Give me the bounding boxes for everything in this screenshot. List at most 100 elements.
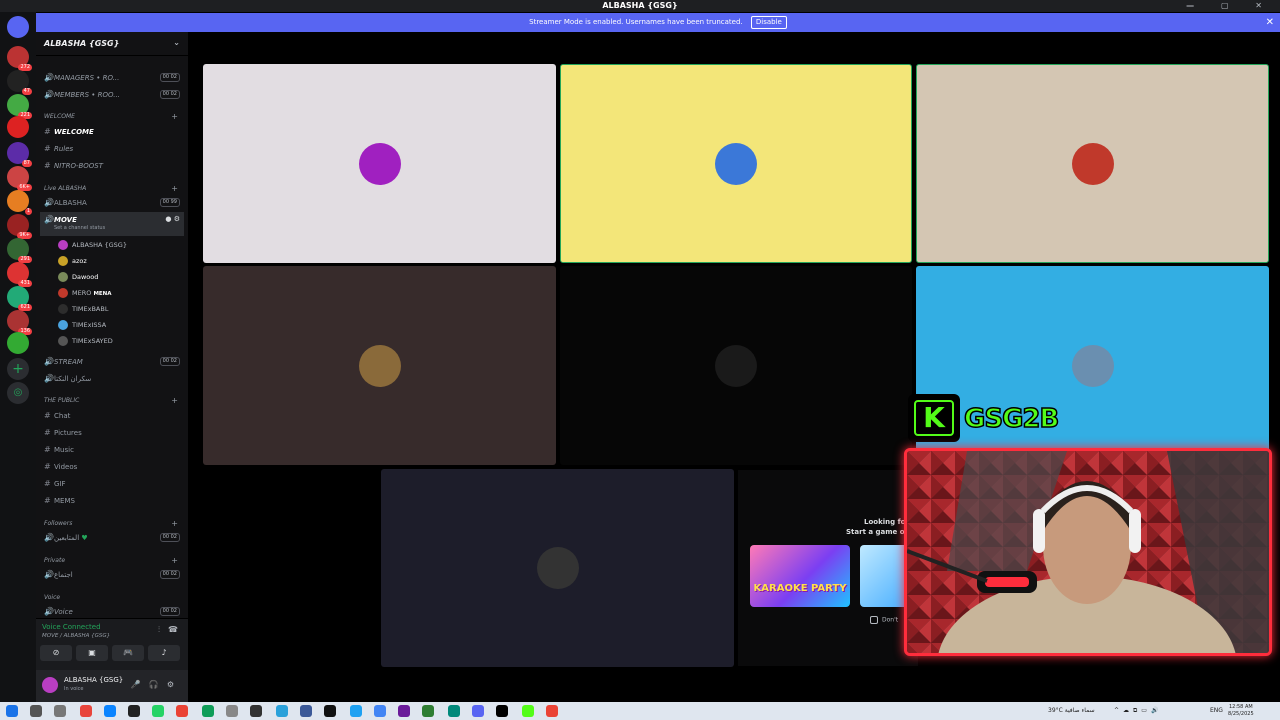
whatsapp-icon[interactable]	[152, 705, 164, 717]
app-icon[interactable]	[104, 705, 116, 717]
server-icon[interactable]: 87	[7, 142, 32, 167]
tiktok-icon[interactable]	[496, 705, 508, 717]
add-server-icon[interactable]: +	[7, 358, 29, 380]
server-icon[interactable]: 9K+	[7, 214, 32, 239]
channel-status[interactable]: Set a channel status	[54, 221, 105, 236]
camera-off-icon[interactable]: ⊘	[40, 645, 72, 661]
server-icon[interactable]: 431	[7, 262, 32, 287]
app-icon[interactable]	[128, 705, 140, 717]
app-icon[interactable]	[522, 705, 534, 717]
text-channel[interactable]: # GIF	[40, 476, 184, 491]
voice-channel[interactable]: 🔊المتابعين ♥ 00 02	[40, 530, 184, 545]
plus-icon[interactable]: +	[171, 184, 178, 194]
voice-channel[interactable]: 🔊MANAGERS • RO... 00 02	[40, 70, 184, 85]
discord-home-icon[interactable]	[7, 16, 29, 38]
app-icon[interactable]	[226, 705, 238, 717]
task-view-icon[interactable]	[54, 705, 66, 717]
server-icon[interactable]: 1	[7, 190, 32, 215]
server-header[interactable]: ALBASHA {GSG} ⌄	[36, 32, 188, 56]
window-controls[interactable]: — ▢ ✕	[1186, 0, 1274, 12]
server-icon[interactable]	[7, 332, 29, 354]
app-icon[interactable]	[250, 705, 262, 717]
voice-user[interactable]: Dawood	[58, 270, 184, 284]
chrome-icon[interactable]	[546, 705, 558, 717]
app-icon[interactable]	[324, 705, 336, 717]
voice-user[interactable]: ALBASHA {GSG}	[58, 238, 184, 252]
chrome-icon[interactable]	[176, 705, 188, 717]
app-icon[interactable]	[350, 705, 362, 717]
voice-user[interactable]: TIMExSAYED	[58, 334, 184, 348]
server-icon[interactable]: 272	[7, 46, 32, 71]
text-channel[interactable]: # Music	[40, 442, 184, 457]
plus-icon[interactable]: +	[171, 519, 178, 529]
voice-user[interactable]: TIMExBABL	[58, 302, 184, 316]
server-icon[interactable]: 621	[7, 286, 32, 311]
server-icon[interactable]: 221	[7, 94, 32, 119]
telegram-icon[interactable]	[276, 705, 288, 717]
voice-channel-move[interactable]: 🔊MOVE Set a channel status ● ⚙	[40, 212, 184, 236]
system-tray[interactable]: ^☁⧉▭🔊	[1114, 702, 1162, 720]
server-icon[interactable]: 6K+	[7, 166, 32, 191]
text-channel[interactable]: # WELCOME	[40, 124, 184, 139]
discord-icon[interactable]	[472, 705, 484, 717]
search-icon[interactable]	[30, 705, 42, 717]
server-icon[interactable]: 291	[7, 238, 32, 263]
app-icon[interactable]	[448, 705, 460, 717]
disconnect-icon[interactable]: ☎	[168, 625, 178, 634]
chat-settings-icon[interactable]: ● ⚙	[165, 212, 180, 227]
video-tile[interactable]	[381, 469, 734, 667]
avatar[interactable]	[42, 677, 58, 693]
discover-icon[interactable]: ◎	[7, 382, 29, 404]
category-welcome[interactable]: WELCOME +	[40, 112, 184, 122]
text-channel[interactable]: # MEMS	[40, 493, 184, 508]
voice-channel[interactable]: 🔊اجتماع 00 02	[40, 567, 184, 582]
video-tile[interactable]	[560, 266, 912, 465]
soundboard-icon[interactable]: ♪	[148, 645, 180, 661]
voice-connected-label[interactable]: Voice Connected	[42, 623, 101, 631]
voice-user[interactable]: TIMExISSA	[58, 318, 184, 332]
checkbox[interactable]	[870, 616, 878, 624]
server-icon[interactable]: 136	[7, 310, 32, 335]
app-icon[interactable]	[374, 705, 386, 717]
app-icon[interactable]	[300, 705, 312, 717]
weather-widget[interactable]: 39°C سماء صافية	[1048, 702, 1095, 720]
category-voice[interactable]: Voice	[40, 593, 184, 603]
app-icon[interactable]	[80, 705, 92, 717]
close-icon[interactable]: ✕	[1266, 13, 1274, 32]
user-controls[interactable]: 🎤🎧⚙	[131, 680, 182, 689]
start-icon[interactable]	[6, 705, 18, 717]
text-channel[interactable]: # NITRO-BOOST	[40, 158, 184, 173]
plus-icon[interactable]: +	[171, 112, 178, 122]
plus-icon[interactable]: +	[171, 396, 178, 406]
video-tile[interactable]	[916, 64, 1269, 263]
app-icon[interactable]	[422, 705, 434, 717]
text-channel[interactable]: # Pictures	[40, 425, 184, 440]
language-indicator[interactable]: ENG	[1210, 702, 1223, 720]
voice-channel[interactable]: 🔊MEMBERS • ROO... 00 02	[40, 87, 184, 102]
voice-user[interactable]: MERO MENA	[58, 286, 184, 300]
app-icon[interactable]	[398, 705, 410, 717]
plus-icon[interactable]: +	[171, 556, 178, 566]
clock[interactable]: 12:58 AM 8/25/2025	[1228, 704, 1254, 718]
waveform-icon[interactable]: ⫶	[158, 625, 160, 635]
text-channel[interactable]: # Videos	[40, 459, 184, 474]
voice-channel[interactable]: 🔊STREAM 00 02	[40, 354, 184, 369]
activity-icon[interactable]: 🎮	[112, 645, 144, 661]
category-live[interactable]: Live ALBASHA +	[40, 184, 184, 194]
category-followers[interactable]: Followers +	[40, 519, 184, 529]
app-icon[interactable]	[202, 705, 214, 717]
video-tile[interactable]	[560, 64, 912, 263]
voice-channel[interactable]: 🔊سكران النكتا	[40, 371, 184, 386]
voice-user[interactable]: azoz	[58, 254, 184, 268]
voice-channel[interactable]: 🔊ALBASHA 00 99	[40, 195, 184, 210]
karaoke-party-card[interactable]: KARAOKE PARTY	[750, 545, 850, 607]
text-channel[interactable]: # Rules	[40, 141, 184, 156]
category-public[interactable]: THE PUBLIC +	[40, 396, 184, 406]
server-icon[interactable]	[7, 116, 29, 138]
server-icon[interactable]: 47	[7, 70, 32, 95]
dont-show-checkbox[interactable]: Don't	[870, 616, 898, 624]
screen-share-icon[interactable]: ▣	[76, 645, 108, 661]
disable-button[interactable]: Disable	[750, 16, 787, 29]
text-channel[interactable]: # Chat	[40, 408, 184, 423]
video-tile[interactable]	[203, 64, 556, 263]
